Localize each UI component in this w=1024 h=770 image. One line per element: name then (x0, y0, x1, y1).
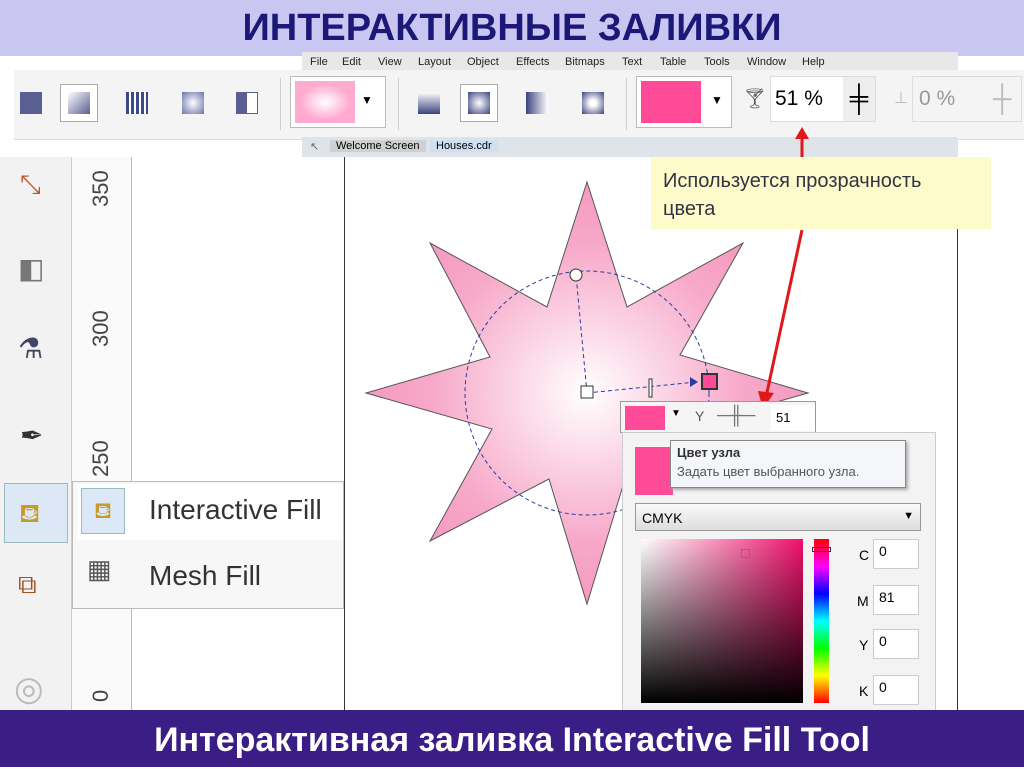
dropdown-arrow-icon[interactable]: ▼ (361, 93, 373, 107)
tooltip-text: Задать цвет выбранного узла. (677, 464, 860, 479)
red-arrows (758, 127, 809, 409)
second-transparency-value: 0 % (919, 87, 956, 110)
paint-bucket-icon: ⛾ (81, 488, 125, 534)
dropdown-arrow-icon: ▼ (903, 510, 914, 522)
flyout-item-interactive-fill[interactable]: ⛾ Interactive Fill (77, 484, 343, 540)
start-node-handle[interactable] (580, 385, 594, 399)
smart-fill-tool-icon[interactable]: ⧉ (18, 569, 37, 601)
second-transparency-field[interactable]: 0 % ┼ (912, 76, 1022, 122)
ruler-label: 300 (88, 310, 113, 347)
slide-footer: Интерактивная заливка Interactive Fill T… (0, 710, 1024, 767)
slider-handle-icon[interactable]: ┼ (993, 77, 1011, 119)
elliptical-fountain-button[interactable] (460, 84, 498, 122)
fill-picker[interactable]: ▼ (290, 76, 386, 128)
menu-edit[interactable]: Edit (342, 56, 361, 68)
dropdown-arrow-icon[interactable]: ▼ (671, 408, 681, 419)
ruler-label: 0 (88, 689, 113, 702)
ruler-label: 250 (88, 440, 113, 477)
current-color-swatch (635, 447, 673, 495)
k-label: K (859, 683, 869, 699)
vector-pattern-button[interactable] (118, 84, 156, 122)
menu-help[interactable]: Help (802, 56, 825, 68)
magenta-field[interactable]: 81 (873, 585, 919, 615)
annotation-callout: Используется прозрачность цвета (651, 157, 991, 229)
menu-window[interactable]: Window (747, 56, 786, 68)
menu-bar: File Edit View Layout Object Effects Bit… (302, 52, 958, 72)
transparency-slider[interactable]: ─╫─ (717, 405, 755, 426)
menu-table[interactable]: Table (660, 56, 686, 68)
cyan-field[interactable]: 0 (873, 539, 919, 569)
tab-welcome-screen[interactable]: Welcome Screen (330, 140, 426, 152)
black-field[interactable]: 0 (873, 675, 919, 705)
y-label: Y (859, 637, 869, 653)
tooltip: Цвет узла Задать цвет выбранного узла. (670, 440, 906, 488)
fill-preview (295, 81, 355, 123)
color-field[interactable] (641, 539, 803, 703)
c-label: C (859, 547, 870, 563)
transparency-tool-icon[interactable]: ⚗ (18, 332, 43, 365)
flyout-label: Interactive Fill (149, 494, 322, 525)
linear-fountain-button[interactable] (410, 84, 448, 122)
midpoint-slider[interactable] (648, 378, 653, 398)
tab-houses[interactable]: Houses.cdr (430, 140, 498, 152)
rectangular-fountain-button[interactable] (574, 84, 612, 122)
arrow-up-icon (795, 127, 809, 139)
fill-tools-flyout: ⛾ Interactive Fill ▦ Mesh Fill (72, 481, 344, 609)
outline-tool-icon[interactable]: ◎ (14, 669, 44, 709)
m-label: M (857, 593, 869, 609)
node-color-swatch (641, 81, 701, 123)
node-transparency-icon: ⊥ (894, 90, 908, 107)
menu-view[interactable]: View (378, 56, 402, 68)
slider-handle-icon[interactable]: ╪ (843, 77, 875, 121)
fountain-fill-button[interactable] (60, 84, 98, 122)
menu-object[interactable]: Object (467, 56, 499, 68)
postscript-fill-button[interactable] (228, 84, 266, 122)
hue-slider[interactable] (812, 539, 831, 703)
conical-fountain-button[interactable] (518, 84, 556, 122)
menu-layout[interactable]: Layout (418, 56, 451, 68)
curve-tool-icon[interactable]: ⤡ (20, 169, 41, 201)
paint-bucket-icon: ⛾ (19, 498, 41, 528)
menu-tools[interactable]: Tools (704, 56, 730, 68)
angle-handle[interactable] (569, 268, 583, 282)
yellow-field[interactable]: 0 (873, 629, 919, 659)
node-transparency-field[interactable]: 51 (771, 405, 815, 431)
dropdown-arrow-icon[interactable]: ▼ (711, 93, 723, 107)
menu-file[interactable]: File (310, 56, 328, 68)
document-tabs: ↖ Welcome Screen Houses.cdr (302, 137, 958, 157)
mesh-grid-icon: ▦ (87, 554, 112, 584)
transparency-value: 51 % (775, 87, 823, 110)
pointer-icon: ↖ (310, 141, 320, 153)
texture-fill-button[interactable] (174, 84, 212, 122)
extrude-tool-icon[interactable]: ◧ (18, 252, 44, 285)
interactive-fill-tool-button[interactable]: ⛾ (4, 483, 68, 543)
menu-text[interactable]: Text (622, 56, 642, 68)
menu-effects[interactable]: Effects (516, 56, 549, 68)
node-property-bar: ▼ Y ─╫─ 51 (620, 401, 816, 433)
ruler-label: 350 (88, 170, 113, 207)
menu-bitmaps[interactable]: Bitmaps (565, 56, 605, 68)
slide-title: ИНТЕРАКТИВНЫЕ ЗАЛИВКИ (0, 0, 1024, 56)
transparency-glass-icon: Y (695, 408, 705, 424)
uniform-fill-button[interactable] (12, 84, 50, 122)
node-color-swatch[interactable] (625, 406, 665, 430)
transparency-glass-icon: 🍸︎ (742, 88, 768, 110)
transparency-field[interactable]: 51 % ╪ (770, 76, 876, 122)
color-field-cursor[interactable] (741, 549, 750, 558)
end-node-handle[interactable] (701, 373, 718, 390)
tooltip-title: Цвет узла (677, 445, 741, 460)
toolbox: ⤡ ◧ ⚗ ✒ ⛾ ⧉ ◎ (0, 157, 72, 710)
hue-handle[interactable] (812, 547, 831, 552)
color-model-value: CMYK (642, 510, 683, 526)
property-bar: ▼ ▼ 🍸︎ 51 % ╪ ⊥ 0 % ┼ (14, 70, 1024, 140)
flyout-label: Mesh Fill (149, 560, 262, 591)
flyout-item-mesh-fill[interactable]: ▦ Mesh Fill (77, 548, 343, 604)
node-color-picker[interactable]: ▼ (636, 76, 732, 128)
color-model-select[interactable]: CMYK ▼ (635, 503, 921, 531)
vertical-ruler: 350 300 250 0 (72, 157, 132, 710)
eyedropper-tool-icon[interactable]: ✒ (20, 419, 43, 452)
